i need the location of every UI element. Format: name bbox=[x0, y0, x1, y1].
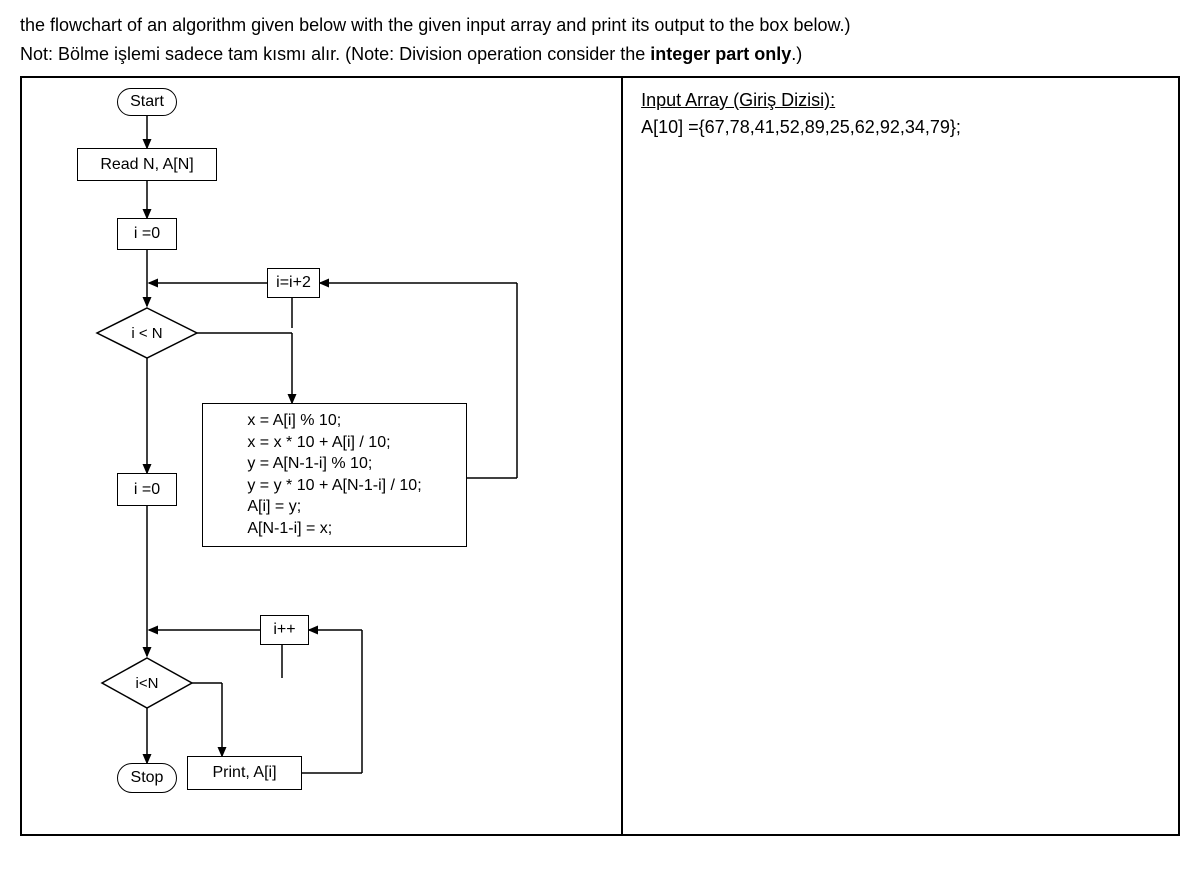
stop-node: Stop bbox=[117, 763, 177, 793]
increment-outer-node: i=i+2 bbox=[267, 268, 320, 298]
code-line: x = A[i] % 10; bbox=[247, 410, 421, 432]
code-line: y = A[N-1-i] % 10; bbox=[247, 453, 421, 475]
instruction-line-1: the flowchart of an algorithm given belo… bbox=[20, 12, 1180, 39]
start-node: Start bbox=[117, 88, 177, 116]
input-panel: Input Array (Giriş Dizisi): A[10] ={67,7… bbox=[623, 78, 1178, 834]
flowchart-panel: Start Read N, A[N] i =0 i=i+2 i < N x = … bbox=[22, 78, 623, 834]
flowchart: Start Read N, A[N] i =0 i=i+2 i < N x = … bbox=[22, 78, 621, 834]
code-line: A[N-1-i] = x; bbox=[247, 518, 421, 540]
print-node: Print, A[i] bbox=[187, 756, 302, 790]
code-line: A[i] = y; bbox=[247, 496, 421, 518]
condition-1-node: i < N bbox=[97, 308, 197, 358]
init-i-0-node-1: i =0 bbox=[117, 218, 177, 250]
increment-inner-node: i++ bbox=[260, 615, 309, 645]
instructions-block: the flowchart of an algorithm given belo… bbox=[20, 12, 1180, 68]
condition-2-node: i<N bbox=[102, 658, 192, 708]
init-i-0-node-2: i =0 bbox=[117, 473, 177, 506]
code-block-node: x = A[i] % 10; x = x * 10 + A[i] / 10; y… bbox=[202, 403, 467, 547]
input-array-title: Input Array (Giriş Dizisi): bbox=[641, 90, 1160, 111]
main-container: Start Read N, A[N] i =0 i=i+2 i < N x = … bbox=[20, 76, 1180, 836]
input-array-definition: A[10] ={67,78,41,52,89,25,62,92,34,79}; bbox=[641, 117, 1160, 138]
read-node: Read N, A[N] bbox=[77, 148, 217, 181]
code-line: y = y * 10 + A[N-1-i] / 10; bbox=[247, 475, 421, 497]
instruction-line-2: Not: Bölme işlemi sadece tam kısmı alır.… bbox=[20, 41, 1180, 68]
code-line: x = x * 10 + A[i] / 10; bbox=[247, 432, 421, 454]
